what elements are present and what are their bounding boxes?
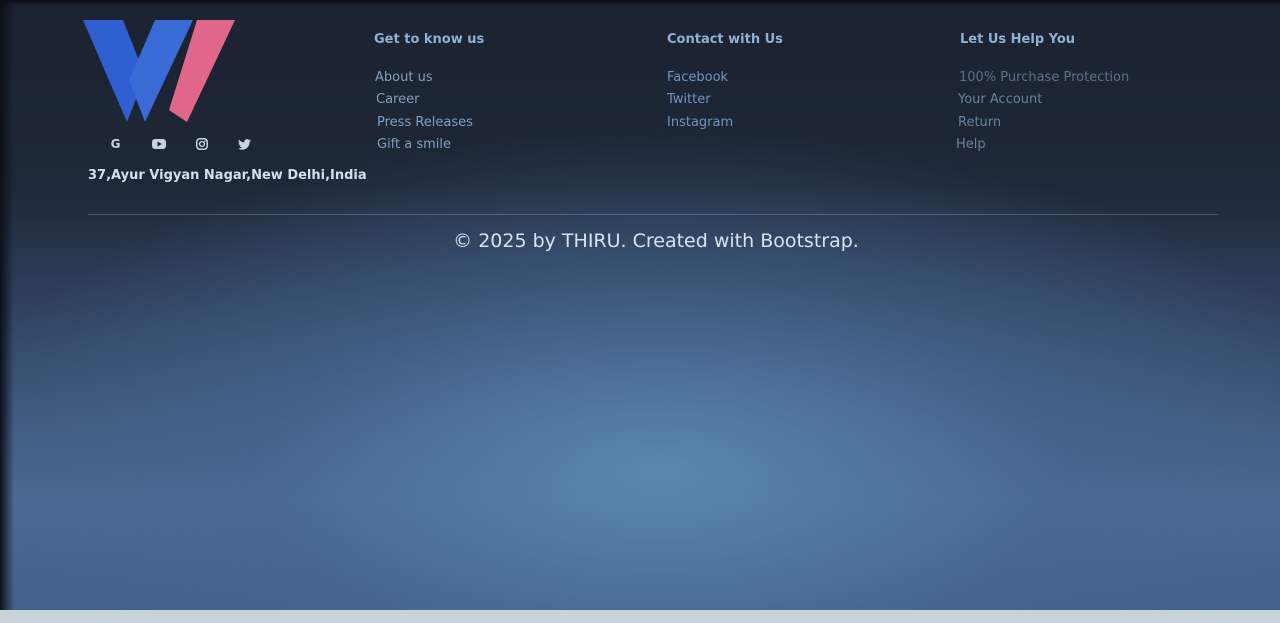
footer-column-contact-with-us: Contact with Us Facebook Twitter Instagr… (667, 32, 783, 134)
link-return[interactable]: Return (958, 115, 1001, 130)
footer-column-get-to-know-us: Get to know us About us Career Press Rel… (374, 32, 484, 157)
brand-logo[interactable] (83, 18, 235, 122)
footer-brand: G 37,Ayur Vigyan Nagar,New Delhi,India (80, 18, 370, 183)
column-heading: Contact with Us (667, 32, 783, 47)
google-icon[interactable]: G (94, 134, 137, 154)
twitter-icon[interactable] (223, 134, 266, 154)
link-press-releases[interactable]: Press Releases (377, 115, 473, 130)
link-career[interactable]: Career (376, 92, 419, 107)
site-footer: G 37,Ayur Vigyan Nagar,New Delhi,India G… (0, 0, 1280, 260)
instagram-icon[interactable] (180, 134, 223, 154)
footer-divider (88, 214, 1218, 215)
link-about-us[interactable]: About us (375, 70, 433, 85)
column-heading: Get to know us (374, 32, 485, 47)
column-heading: Let Us Help You (960, 32, 1076, 47)
footer-column-let-us-help-you: Let Us Help You 100% Purchase Protection… (956, 32, 1129, 157)
copyright-text: © 2025 by THIRU. Created with Bootstrap. (453, 230, 859, 252)
youtube-icon[interactable] (137, 134, 180, 154)
os-taskbar[interactable] (0, 610, 1280, 623)
link-twitter[interactable]: Twitter (667, 92, 711, 107)
link-help[interactable]: Help (956, 137, 986, 152)
company-address: 37,Ayur Vigyan Nagar,New Delhi,India (88, 168, 367, 183)
link-gift-a-smile[interactable]: Gift a smile (377, 137, 451, 152)
link-facebook[interactable]: Facebook (667, 70, 728, 85)
link-instagram[interactable]: Instagram (667, 115, 733, 130)
link-purchase-protection[interactable]: 100% Purchase Protection (959, 70, 1129, 85)
social-links: G (94, 134, 370, 154)
link-your-account[interactable]: Your Account (958, 92, 1042, 107)
